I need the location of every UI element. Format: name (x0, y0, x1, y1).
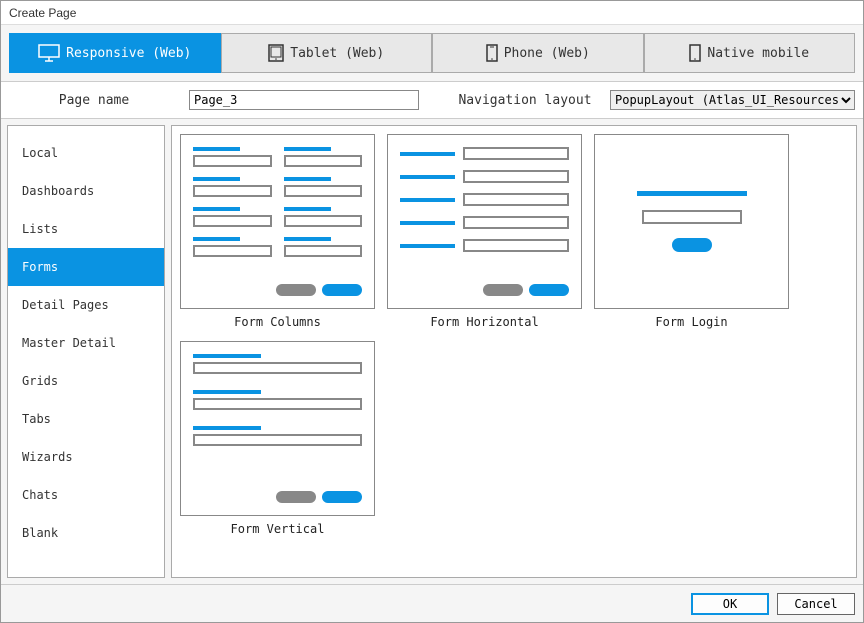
page-properties-row: Page name Navigation layout PopupLayout … (1, 82, 863, 119)
device-tab-0[interactable]: Responsive (Web) (9, 33, 221, 73)
page-name-input[interactable] (189, 90, 419, 110)
cancel-button[interactable]: Cancel (777, 593, 855, 615)
ok-button[interactable]: OK (691, 593, 769, 615)
template-thumbnail (180, 134, 375, 309)
category-sidebar: LocalDashboardsListsFormsDetail PagesMas… (7, 125, 165, 578)
tablet-icon (268, 44, 284, 62)
sidebar-item-forms[interactable]: Forms (8, 248, 164, 286)
template-label: Form Login (655, 315, 727, 329)
template-gallery: Form Columns Form Horizontal Form Login For… (171, 125, 857, 578)
sidebar-item-lists[interactable]: Lists (8, 210, 164, 248)
template-thumbnail (594, 134, 789, 309)
dialog-footer: OK Cancel (1, 584, 863, 622)
template-label: Form Horizontal (430, 315, 538, 329)
page-name-label: Page name (9, 93, 179, 108)
sidebar-item-blank[interactable]: Blank (8, 514, 164, 552)
template-card-vertical[interactable]: Form Vertical (180, 341, 375, 536)
sidebar-item-tabs[interactable]: Tabs (8, 400, 164, 438)
navigation-layout-select[interactable]: PopupLayout (Atlas_UI_Resources) (610, 90, 855, 110)
template-label: Form Vertical (231, 522, 325, 536)
device-tab-label: Tablet (Web) (290, 46, 384, 61)
window-title: Create Page (1, 1, 863, 25)
sidebar-item-master-detail[interactable]: Master Detail (8, 324, 164, 362)
device-tab-strip: Responsive (Web) Tablet (Web) Phone (Web) N… (1, 25, 863, 82)
sidebar-item-grids[interactable]: Grids (8, 362, 164, 400)
template-thumbnail (387, 134, 582, 309)
template-thumbnail (180, 341, 375, 516)
sidebar-item-detail-pages[interactable]: Detail Pages (8, 286, 164, 324)
template-card-horizontal[interactable]: Form Horizontal (387, 134, 582, 329)
navigation-layout-label: Navigation layout (450, 93, 600, 108)
phone-icon (486, 44, 498, 62)
sidebar-item-local[interactable]: Local (8, 134, 164, 172)
device-tab-label: Phone (Web) (504, 46, 590, 61)
template-card-login[interactable]: Form Login (594, 134, 789, 329)
device-tab-2[interactable]: Phone (Web) (432, 33, 644, 73)
sidebar-item-wizards[interactable]: Wizards (8, 438, 164, 476)
template-card-columns[interactable]: Form Columns (180, 134, 375, 329)
sidebar-item-dashboards[interactable]: Dashboards (8, 172, 164, 210)
monitor-icon (38, 44, 60, 62)
device-tab-label: Responsive (Web) (66, 46, 191, 61)
device-tab-label: Native mobile (707, 46, 809, 61)
native-mobile-icon (689, 44, 701, 62)
device-tab-3[interactable]: Native mobile (644, 33, 856, 73)
device-tab-1[interactable]: Tablet (Web) (221, 33, 433, 73)
template-label: Form Columns (234, 315, 321, 329)
sidebar-item-chats[interactable]: Chats (8, 476, 164, 514)
